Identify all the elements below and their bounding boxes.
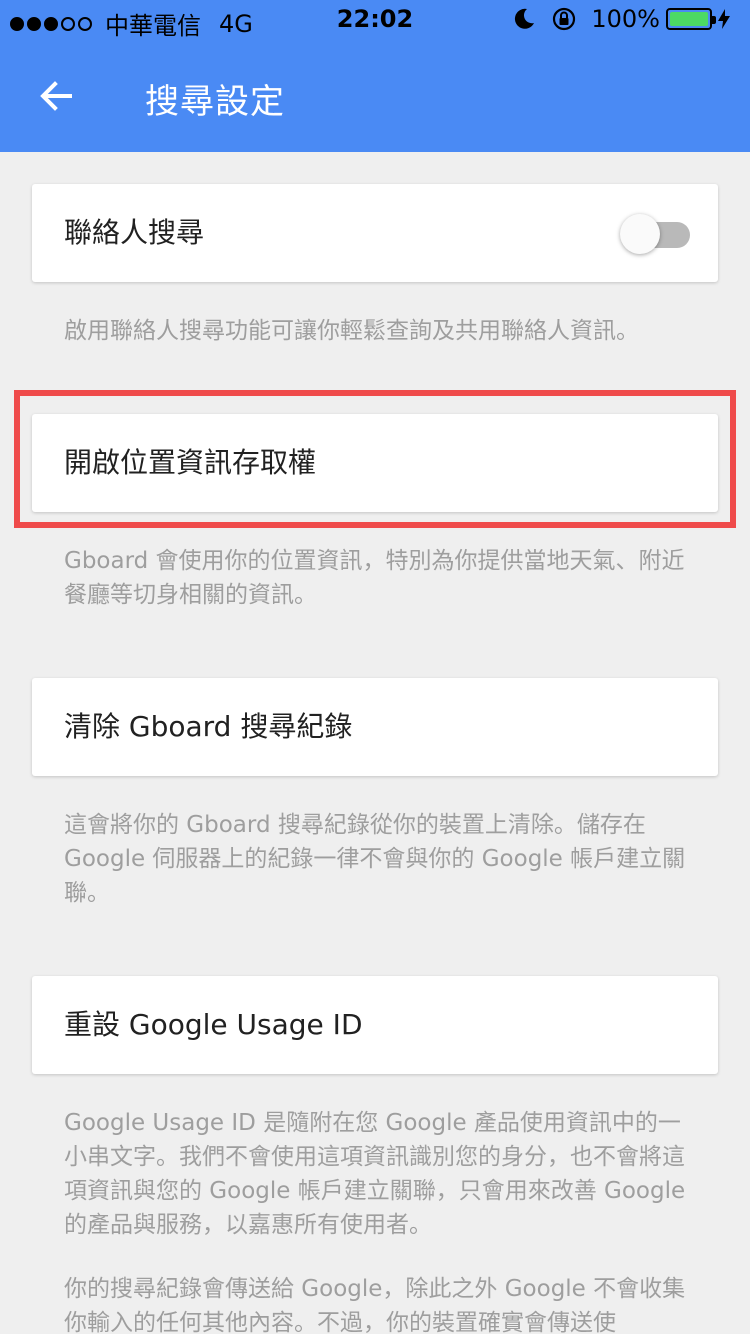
- search-history-notice: 你的搜尋紀錄會傳送給 Google，除此之外 Google 不會收集你輸入的任何…: [64, 1276, 686, 1334]
- moon-icon: [511, 6, 537, 32]
- status-bar: 中華電信 4G 22:02 100%: [0, 0, 750, 40]
- location-permission-row[interactable]: 開啟位置資訊存取權: [32, 414, 718, 512]
- contacts-search-row[interactable]: 聯絡人搜尋: [32, 184, 718, 282]
- rotation-lock-icon: [551, 6, 577, 32]
- page-title: 搜尋設定: [145, 82, 285, 122]
- location-permission-label: 開啟位置資訊存取權: [64, 446, 317, 479]
- status-right: 100%: [511, 5, 732, 33]
- arrow-left-icon: [40, 81, 72, 111]
- battery-icon: [666, 8, 716, 30]
- clear-history-row[interactable]: 清除 Gboard 搜尋紀錄: [32, 678, 718, 776]
- contacts-search-label: 聯絡人搜尋: [64, 216, 205, 249]
- location-permission-description: Gboard 會使用你的位置資訊，特別為你提供當地天氣、附近餐廳等切身相關的資訊…: [64, 548, 685, 608]
- contacts-search-toggle[interactable]: [620, 214, 692, 254]
- screen: 中華電信 4G 22:02 100% 搜尋設定 聯絡人搜尋 啟用聯絡人搜尋功能可…: [0, 0, 750, 1334]
- reset-usage-id-row[interactable]: 重設 Google Usage ID: [32, 976, 718, 1074]
- app-bar: 搜尋設定: [0, 40, 750, 152]
- contacts-search-description: 啟用聯絡人搜尋功能可讓你輕鬆查詢及共用聯絡人資訊。: [64, 318, 639, 344]
- charging-icon: [716, 8, 732, 30]
- battery-percent: 100%: [591, 5, 660, 33]
- clear-history-description: 這會將你的 Gboard 搜尋紀錄從你的裝置上清除。儲存在 Google 伺服器…: [64, 812, 686, 906]
- reset-usage-id-label: 重設 Google Usage ID: [64, 1008, 363, 1041]
- reset-usage-id-description: Google Usage ID 是隨附在您 Google 產品使用資訊中的一小串…: [64, 1110, 686, 1238]
- back-button[interactable]: [30, 70, 82, 122]
- clear-history-label: 清除 Gboard 搜尋紀錄: [64, 710, 353, 743]
